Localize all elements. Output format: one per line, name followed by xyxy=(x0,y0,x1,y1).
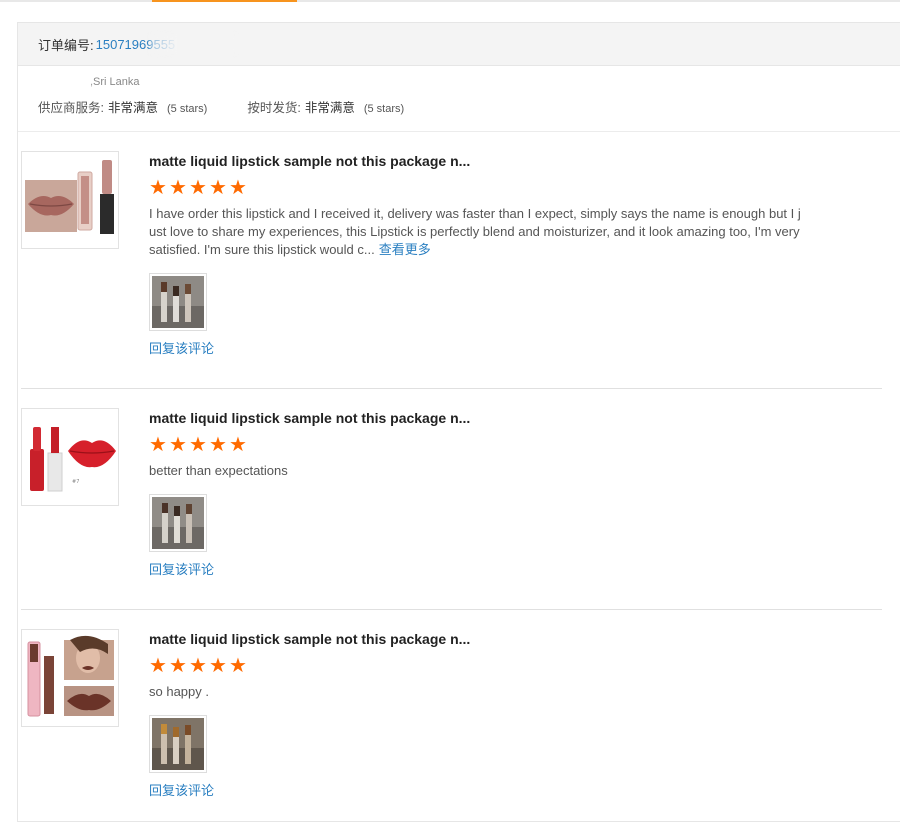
review-item: matte liquid lipstick sample not this pa… xyxy=(21,151,882,389)
review-text: I have order this lipstick and I receive… xyxy=(149,205,804,259)
redacted-blur xyxy=(38,75,90,90)
supplier-service-stars: (5 stars) xyxy=(167,103,208,115)
review-text-body: I have order this lipstick and I receive… xyxy=(149,206,801,257)
supplier-service-rating: 供应商服务: 非常满意 (5 stars) xyxy=(38,97,207,116)
star-icon: ★ xyxy=(189,434,207,456)
reply-to-review-link[interactable]: 回复该评论 xyxy=(149,780,809,799)
svg-text:#7: #7 xyxy=(72,479,79,485)
rating-row: 供应商服务: 非常满意 (5 stars) 按时发货: 非常满意 (5 star… xyxy=(38,97,880,116)
review-text: better than expectations xyxy=(149,462,804,480)
review-content: matte liquid lipstick sample not this pa… xyxy=(149,151,809,357)
star-icon: ★ xyxy=(209,434,227,456)
on-time-delivery-rating: 按时发货: 非常满意 (5 stars) xyxy=(247,97,404,116)
brown-lipstick-product-image[interactable] xyxy=(21,629,119,727)
star-icon: ★ xyxy=(149,434,167,456)
order-header: 订单编号: 15071969555 xyxy=(18,23,900,66)
reply-to-review-link[interactable]: 回复该评论 xyxy=(149,338,809,357)
supplier-service-label: 供应商服务: xyxy=(38,101,104,115)
star-icon: ★ xyxy=(229,655,247,677)
redacted-blur xyxy=(149,33,236,54)
order-number-link[interactable]: 15071969555 xyxy=(96,33,236,54)
supplier-service-value: 非常满意 xyxy=(107,101,158,115)
star-icon: ★ xyxy=(169,177,187,199)
star-icon: ★ xyxy=(169,655,187,677)
top-tab-bar xyxy=(0,0,900,2)
buyer-location-text: ,Sri Lanka xyxy=(90,76,140,88)
red-lipstick-product-image[interactable]: #7 xyxy=(21,408,119,506)
seller-rating-summary: ,Sri Lanka 供应商服务: 非常满意 (5 stars) 按时发货: 非… xyxy=(18,66,900,132)
star-icon: ★ xyxy=(229,434,247,456)
star-icon: ★ xyxy=(209,655,227,677)
buyer-location: ,Sri Lanka xyxy=(38,75,880,90)
star-icon: ★ xyxy=(189,177,207,199)
review-content: matte liquid lipstick sample not this pa… xyxy=(149,408,809,578)
customer-photo-thumbnail[interactable] xyxy=(149,715,207,773)
star-icon: ★ xyxy=(229,177,247,199)
on-time-delivery-value: 非常满意 xyxy=(304,101,355,115)
star-icon: ★ xyxy=(189,655,207,677)
review-item: #7 matte liquid lipstick sample not this… xyxy=(21,408,882,610)
star-icon: ★ xyxy=(149,655,167,677)
product-title-link[interactable]: matte liquid lipstick sample not this pa… xyxy=(149,631,809,647)
star-rating: ★ ★ ★ ★ ★ xyxy=(149,434,809,456)
see-more-link[interactable]: 查看更多 xyxy=(379,242,431,257)
review-content: matte liquid lipstick sample not this pa… xyxy=(149,629,809,799)
star-rating: ★ ★ ★ ★ ★ xyxy=(149,177,809,199)
review-item: matte liquid lipstick sample not this pa… xyxy=(21,629,882,816)
star-icon: ★ xyxy=(169,434,187,456)
review-text-body: better than expectations xyxy=(149,463,288,478)
nude-lipstick-product-image[interactable] xyxy=(21,151,119,249)
active-tab-underline xyxy=(152,0,297,2)
on-time-delivery-stars: (5 stars) xyxy=(363,103,405,115)
star-icon: ★ xyxy=(149,177,167,199)
customer-photo-thumbnail[interactable] xyxy=(149,494,207,552)
review-text-body: so happy . xyxy=(149,684,209,699)
order-number-label: 订单编号: xyxy=(38,37,94,53)
on-time-delivery-label: 按时发货: xyxy=(247,101,301,115)
reply-to-review-link[interactable]: 回复该评论 xyxy=(149,559,809,578)
customer-photo-thumbnail[interactable] xyxy=(149,273,207,331)
star-icon: ★ xyxy=(209,177,227,199)
star-rating: ★ ★ ★ ★ ★ xyxy=(149,655,809,677)
product-title-link[interactable]: matte liquid lipstick sample not this pa… xyxy=(149,410,809,426)
review-text: so happy . xyxy=(149,683,804,701)
product-title-link[interactable]: matte liquid lipstick sample not this pa… xyxy=(149,153,809,169)
